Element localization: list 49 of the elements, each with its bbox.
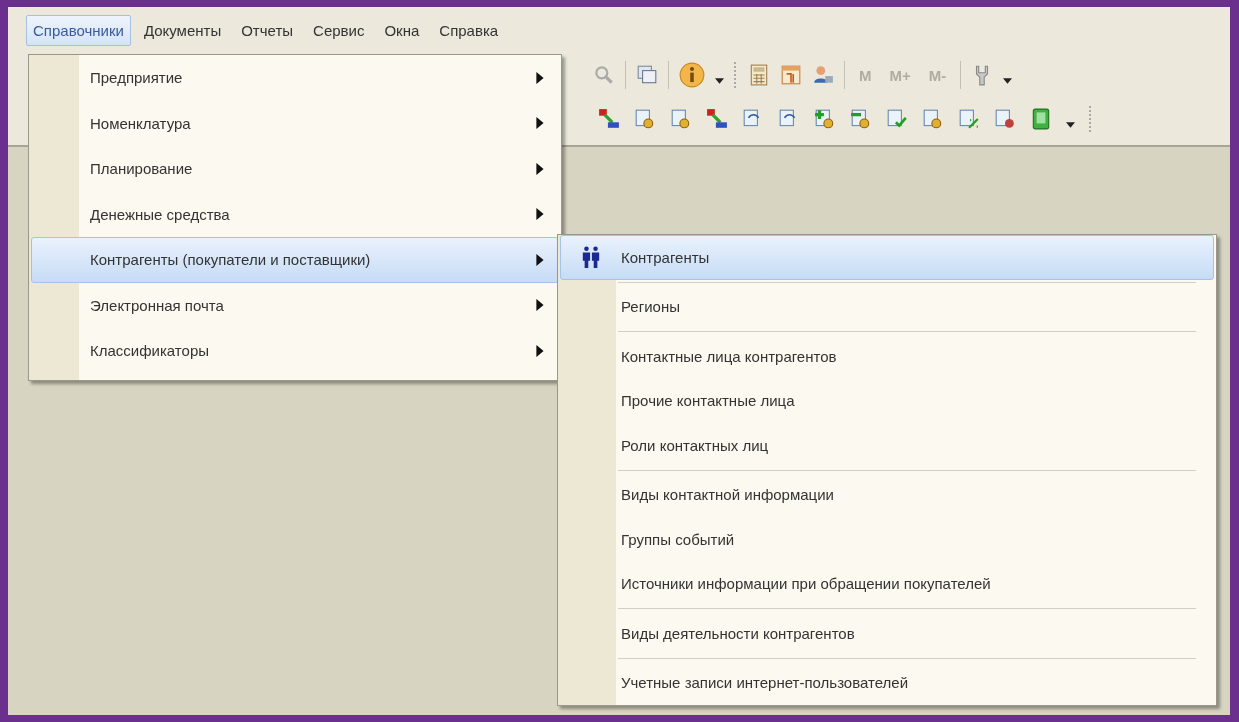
document-coins-icon[interactable] (670, 108, 692, 130)
submenu-arrow-icon (536, 117, 544, 130)
add-coins-icon[interactable] (814, 108, 836, 130)
menu-item[interactable]: Регионы (560, 284, 1214, 329)
menu-item[interactable]: Справка (432, 14, 506, 46)
menu-item[interactable]: Группы событий (560, 517, 1214, 562)
transfer-icon[interactable] (598, 108, 620, 130)
menu-item[interactable]: Классификаторы (31, 328, 559, 374)
submenu-arrow-icon (536, 162, 544, 175)
people-icon (581, 246, 601, 269)
transfer-icon[interactable] (706, 108, 728, 130)
menu-item[interactable]: Контактные лица контрагентов (560, 334, 1214, 379)
menu-item[interactable]: Роли контактных лиц (560, 423, 1214, 468)
search-icon[interactable] (593, 64, 615, 86)
menu-item[interactable]: Прочие контактные лица (560, 378, 1214, 423)
submenu-arrow-icon (536, 344, 544, 357)
menu-item[interactable]: Отчеты (234, 14, 301, 46)
document-check-icon[interactable] (886, 108, 908, 130)
remove-coins-icon[interactable] (850, 108, 872, 130)
spreadsheet-icon[interactable] (1030, 108, 1052, 130)
menu-item[interactable]: Сервис (306, 14, 372, 46)
info-icon[interactable] (679, 62, 705, 88)
menu-item[interactable]: Планирование (31, 146, 559, 192)
menu-item[interactable]: Документы (136, 14, 229, 46)
windows-icon[interactable] (636, 64, 658, 86)
document-users-icon[interactable] (994, 108, 1016, 130)
submenu-arrow-icon (536, 71, 544, 84)
caret-icon[interactable] (715, 78, 724, 84)
menu-item[interactable]: Контрагенты (560, 235, 1214, 280)
menu-item[interactable]: Учетные записи интернет-пользователей (560, 660, 1214, 705)
caret-icon[interactable] (1003, 78, 1013, 84)
document-percent-icon[interactable] (958, 108, 980, 130)
calculator-icon[interactable] (748, 64, 770, 86)
menu-item[interactable]: Виды деятельности контрагентов (560, 611, 1214, 656)
calendar-icon[interactable] (780, 64, 802, 86)
menu-item[interactable]: Электронная почта (31, 282, 559, 328)
menu-item[interactable]: Справочники (26, 14, 131, 46)
caret-icon[interactable] (1066, 122, 1075, 128)
document-coins-icon[interactable] (922, 108, 944, 130)
submenu-arrow-icon (536, 299, 544, 312)
menu-item[interactable]: Номенклатура (31, 100, 559, 146)
menu-item[interactable]: Денежные средства (31, 191, 559, 237)
menu-item[interactable]: Контрагенты (покупатели и поставщики) (31, 237, 559, 283)
menu-item[interactable]: Окна (377, 14, 427, 46)
menu-item[interactable]: Виды контактной информации (560, 472, 1214, 517)
menu-item[interactable]: Источники информации при обращении покупателей (560, 561, 1214, 606)
menu-item[interactable]: Предприятие (31, 55, 559, 101)
submenu-arrow-icon (536, 253, 544, 266)
submenu-arrow-icon (536, 208, 544, 221)
